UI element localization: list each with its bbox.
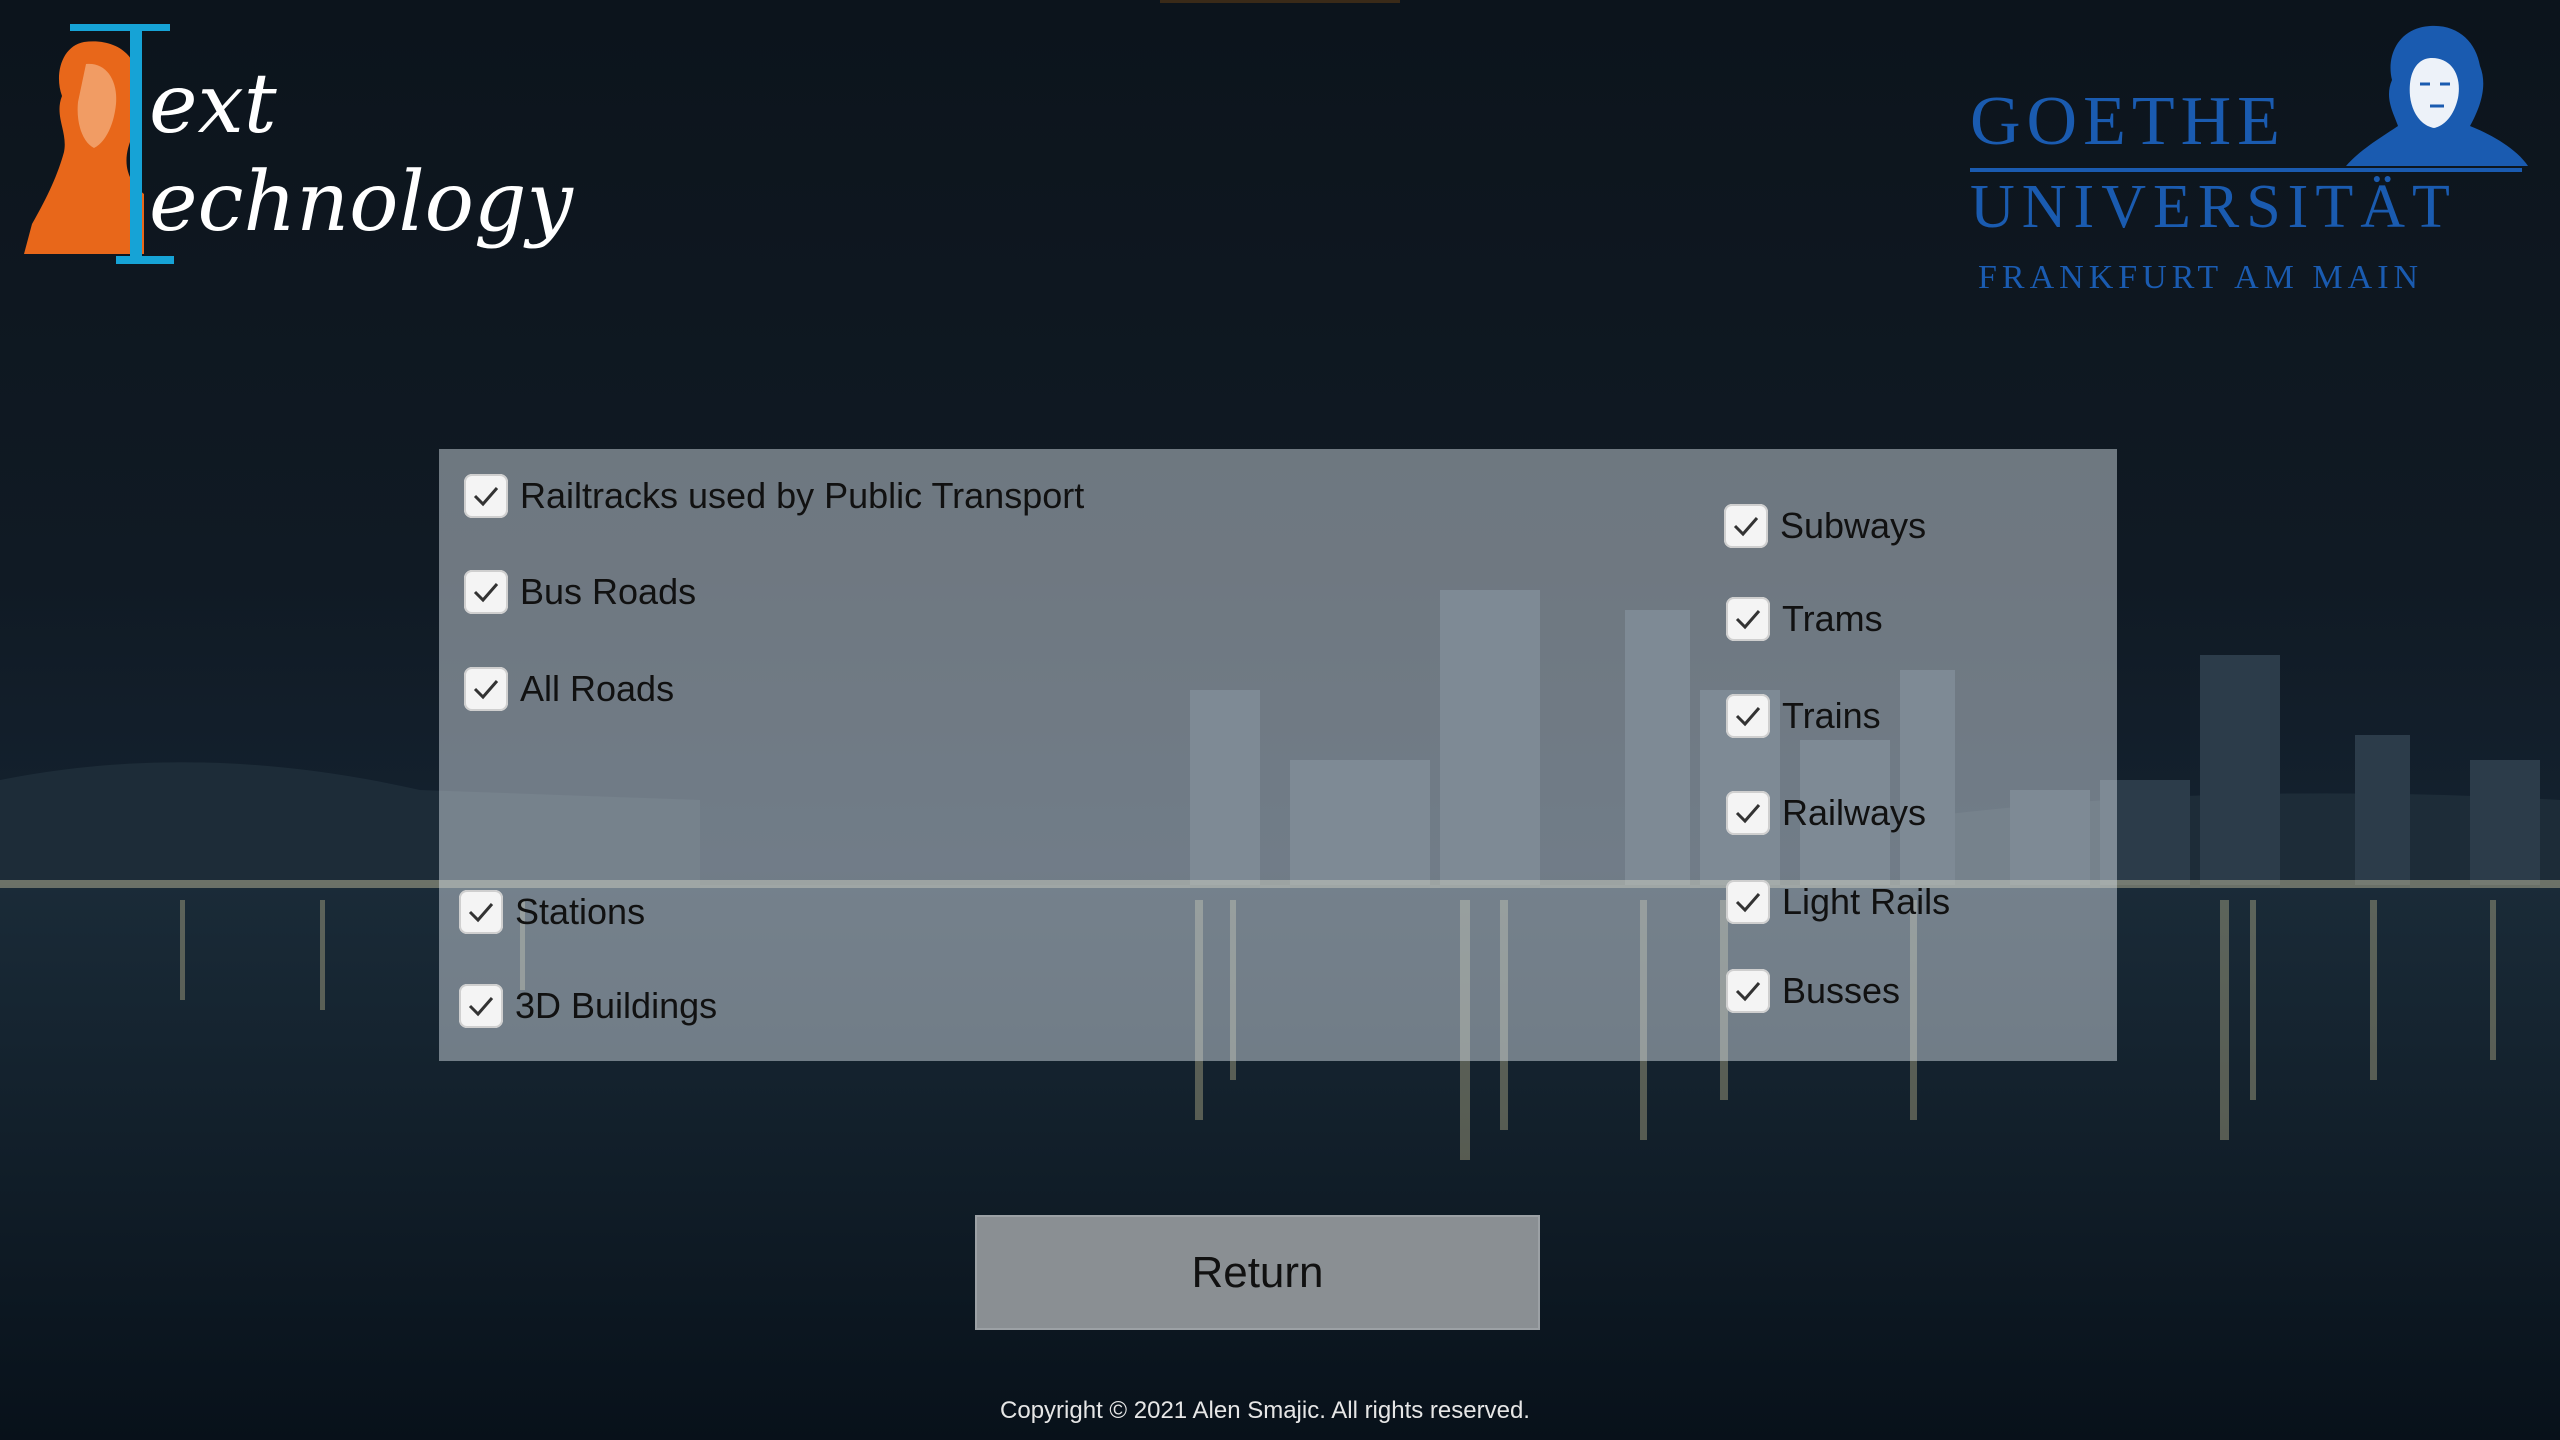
option-trams[interactable]: Trams — [1726, 597, 1883, 641]
option-label: Stations — [515, 891, 646, 932]
checkbox-railtracks[interactable] — [464, 474, 508, 518]
option-subways[interactable]: Subways — [1724, 504, 1926, 548]
option-label: Trains — [1782, 695, 1881, 736]
layer-options-panel: Railtracks used by Public Transport Bus … — [439, 449, 2117, 1061]
menu-screen: ext echnology GOETHE UNIVERSITÄT FRANKFU… — [0, 0, 2560, 1440]
checkbox-bus-roads[interactable] — [464, 570, 508, 614]
option-label: 3D Buildings — [515, 985, 718, 1026]
option-label: All Roads — [520, 668, 675, 709]
checkbox-trams[interactable] — [1726, 597, 1770, 641]
option-3d-buildings[interactable]: 3D Buildings — [459, 984, 717, 1028]
option-railways[interactable]: Railways — [1726, 791, 1926, 835]
checkbox-light-rails[interactable] — [1726, 880, 1770, 924]
checkmark-icon — [473, 487, 499, 507]
checkbox-subways[interactable] — [1724, 504, 1768, 548]
copyright-text: Copyright © 2021 Alen Smajic. All rights… — [1000, 1397, 1530, 1424]
checkmark-icon — [473, 583, 499, 603]
option-label: Light Rails — [1782, 881, 1951, 922]
goethe-logo-line3: FRANKFURT AM MAIN — [1978, 259, 2424, 296]
logo-word-ext: ext — [149, 57, 277, 152]
option-label: Trams — [1782, 598, 1883, 639]
checkmark-icon — [1735, 804, 1761, 824]
checkbox-railways[interactable] — [1726, 791, 1770, 835]
return-button-label: Return — [1191, 1247, 1324, 1297]
text-technology-logo: ext echnology — [24, 24, 584, 274]
goethe-logo-line1: GOETHE — [1970, 83, 2286, 160]
goethe-logo-line2: UNIVERSITÄT — [1970, 173, 2457, 241]
return-button[interactable]: Return — [975, 1215, 1540, 1330]
checkmark-icon — [1735, 610, 1761, 630]
option-label: Railtracks used by Public Transport — [520, 475, 1085, 516]
option-light-rails[interactable]: Light Rails — [1726, 880, 1950, 924]
checkmark-icon — [1735, 893, 1761, 913]
checkmark-icon — [1735, 982, 1761, 1002]
option-stations[interactable]: Stations — [459, 890, 645, 934]
checkmark-icon — [468, 997, 494, 1017]
checkmark-icon — [1735, 707, 1761, 727]
option-trains[interactable]: Trains — [1726, 694, 1881, 738]
option-all-roads[interactable]: All Roads — [464, 667, 674, 711]
checkmark-icon — [473, 680, 499, 700]
checkbox-trains[interactable] — [1726, 694, 1770, 738]
checkmark-icon — [468, 903, 494, 923]
checkbox-stations[interactable] — [459, 890, 503, 934]
option-busses[interactable]: Busses — [1726, 969, 1900, 1013]
option-railtracks[interactable]: Railtracks used by Public Transport — [464, 474, 1084, 518]
goethe-university-logo: GOETHE UNIVERSITÄT FRANKFURT AM MAIN — [1970, 22, 2530, 296]
option-bus-roads[interactable]: Bus Roads — [464, 570, 696, 614]
option-label: Railways — [1782, 792, 1927, 833]
checkmark-icon — [1733, 517, 1759, 537]
option-label: Bus Roads — [520, 571, 697, 612]
checkbox-all-roads[interactable] — [464, 667, 508, 711]
option-label: Busses — [1782, 970, 1901, 1011]
checkbox-3d-buildings[interactable] — [459, 984, 503, 1028]
option-label: Subways — [1780, 505, 1927, 546]
checkbox-busses[interactable] — [1726, 969, 1770, 1013]
goethe-bust-icon — [2346, 25, 2528, 166]
logo-word-echnology: echnology — [149, 155, 573, 250]
